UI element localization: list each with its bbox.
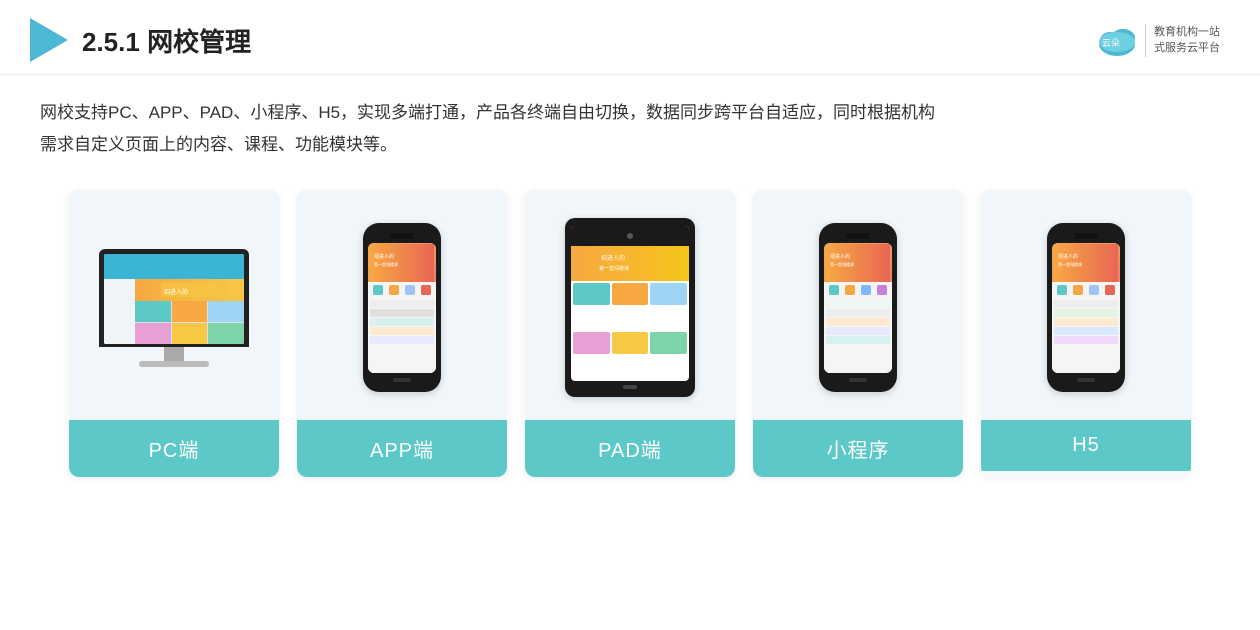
h5-header: 招进人的 第一堂闯楼课	[1052, 243, 1120, 282]
card-pad-image: 招进人的 第一堂闯楼课	[525, 190, 735, 420]
cards-section: 招进人的	[0, 172, 1260, 497]
logo-triangle-icon	[30, 18, 68, 62]
card-pad-label: PAD端	[525, 420, 735, 477]
svg-text:第一堂闯楼课: 第一堂闯楼课	[374, 261, 398, 267]
tablet-mockup: 招进人的 第一堂闯楼课	[565, 218, 695, 397]
card-pad: 招进人的 第一堂闯楼课	[525, 190, 735, 477]
brand-text: 教育机构一站 式服务云平台	[1145, 24, 1220, 57]
pc-screen-outer: 招进人的	[99, 249, 249, 347]
svg-text:招进人的: 招进人的	[601, 254, 625, 262]
brand-logo: 云朵 教育机构一站 式服务云平台	[1095, 22, 1220, 58]
svg-text:招进人的: 招进人的	[374, 253, 394, 260]
page-title: 2.5.1 网校管理	[82, 22, 251, 59]
description-line1: 网校支持PC、APP、PAD、小程序、H5，实现多端打通，产品各终端自由切换，数…	[40, 97, 1220, 129]
pc-sidebar	[104, 279, 135, 344]
pc-screen-inner: 招进人的	[104, 254, 244, 344]
phone-screen-app: 招进人的 第一堂闯楼课	[368, 243, 436, 373]
card-h5-image: 招进人的 第一堂闯楼课	[981, 190, 1191, 420]
pc-stand	[164, 347, 184, 361]
app-icons	[368, 282, 436, 298]
title-bold: 网校管理	[147, 27, 251, 57]
phone-screen-h5: 招进人的 第一堂闯楼课	[1052, 243, 1120, 373]
description-line2: 需求自定义页面上的内容、课程、功能模块等。	[40, 129, 1220, 161]
description: 网校支持PC、APP、PAD、小程序、H5，实现多端打通，产品各终端自由切换，数…	[0, 75, 1260, 172]
phone-mockup-h5: 招进人的 第一堂闯楼课	[1047, 223, 1125, 392]
pc-grid	[135, 301, 244, 343]
mini-cards	[824, 298, 892, 347]
brand-icon: 云朵	[1095, 22, 1139, 58]
tablet-banner: 招进人的 第一堂闯楼课	[571, 246, 689, 281]
tablet-screen: 招进人的 第一堂闯楼课	[571, 226, 689, 381]
phone-notch-mini	[846, 233, 870, 239]
phone-notch-app	[390, 233, 414, 239]
phone-outer-h5: 招进人的 第一堂闯楼课	[1047, 223, 1125, 392]
phone-home-h5	[1077, 378, 1095, 382]
header: 2.5.1 网校管理 云朵 教育机构一站	[0, 0, 1260, 75]
svg-text:招进人的: 招进人的	[164, 288, 188, 296]
mini-screen-content: 招进人的 第一堂闯楼课	[824, 243, 892, 373]
phone-home-mini	[849, 378, 867, 382]
card-pc: 招进人的	[69, 190, 279, 477]
mini-header: 招进人的 第一堂闯楼课	[824, 243, 892, 282]
phone-mockup-app: 招进人的 第一堂闯楼课	[363, 223, 441, 392]
card-app-image: 招进人的 第一堂闯楼课	[297, 190, 507, 420]
svg-text:第一堂闯楼课: 第一堂闯楼课	[830, 261, 854, 267]
phone-screen-mini: 招进人的 第一堂闯楼课	[824, 243, 892, 373]
phone-outer-app: 招进人的 第一堂闯楼课	[363, 223, 441, 392]
card-h5: 招进人的 第一堂闯楼课	[981, 190, 1191, 477]
pc-banner: 招进人的	[135, 279, 244, 302]
app-cards	[368, 298, 436, 347]
h5-screen-content: 招进人的 第一堂闯楼课	[1052, 243, 1120, 373]
card-pc-label: PC端	[69, 420, 279, 477]
card-miniprogram: 招进人的 第一堂闯楼课	[753, 190, 963, 477]
svg-text:招进人的: 招进人的	[1058, 253, 1078, 260]
header-left: 2.5.1 网校管理	[30, 18, 251, 62]
phone-mockup-mini: 招进人的 第一堂闯楼课	[819, 223, 897, 392]
card-app: 招进人的 第一堂闯楼课	[297, 190, 507, 477]
svg-text:第一堂闯楼课: 第一堂闯楼课	[599, 265, 629, 272]
brand-tagline-2: 式服务云平台	[1154, 40, 1220, 57]
tablet-grid	[571, 281, 689, 381]
app-screen-content: 招进人的 第一堂闯楼课	[368, 243, 436, 373]
app-header: 招进人的 第一堂闯楼课	[368, 243, 436, 282]
mini-icons	[824, 282, 892, 298]
svg-text:云朵: 云朵	[1102, 38, 1120, 48]
card-miniprogram-label: 小程序	[753, 420, 963, 477]
tablet-home	[623, 385, 637, 389]
tablet-top-bar	[571, 226, 689, 246]
card-miniprogram-image: 招进人的 第一堂闯楼课	[753, 190, 963, 420]
svg-text:招进人的: 招进人的	[830, 253, 850, 260]
page: 2.5.1 网校管理 云朵 教育机构一站	[0, 0, 1260, 630]
pc-mockup: 招进人的	[99, 249, 249, 367]
header-right: 云朵 教育机构一站 式服务云平台	[1095, 22, 1220, 58]
phone-outer-mini: 招进人的 第一堂闯楼课	[819, 223, 897, 392]
card-app-label: APP端	[297, 420, 507, 477]
h5-icons	[1052, 282, 1120, 298]
card-pc-image: 招进人的	[69, 190, 279, 420]
tablet-screen-content: 招进人的 第一堂闯楼课	[571, 226, 689, 381]
pc-screen-content: 招进人的	[104, 254, 244, 344]
tablet-outer: 招进人的 第一堂闯楼课	[565, 218, 695, 397]
pc-base	[139, 361, 209, 367]
title-prefix: 2.5.1	[82, 27, 147, 57]
phone-notch-h5	[1074, 233, 1098, 239]
h5-cards	[1052, 298, 1120, 347]
card-h5-label: H5	[981, 420, 1191, 471]
brand-tagline-1: 教育机构一站	[1154, 24, 1220, 41]
svg-text:第一堂闯楼课: 第一堂闯楼课	[1058, 261, 1082, 267]
phone-home-app	[393, 378, 411, 382]
